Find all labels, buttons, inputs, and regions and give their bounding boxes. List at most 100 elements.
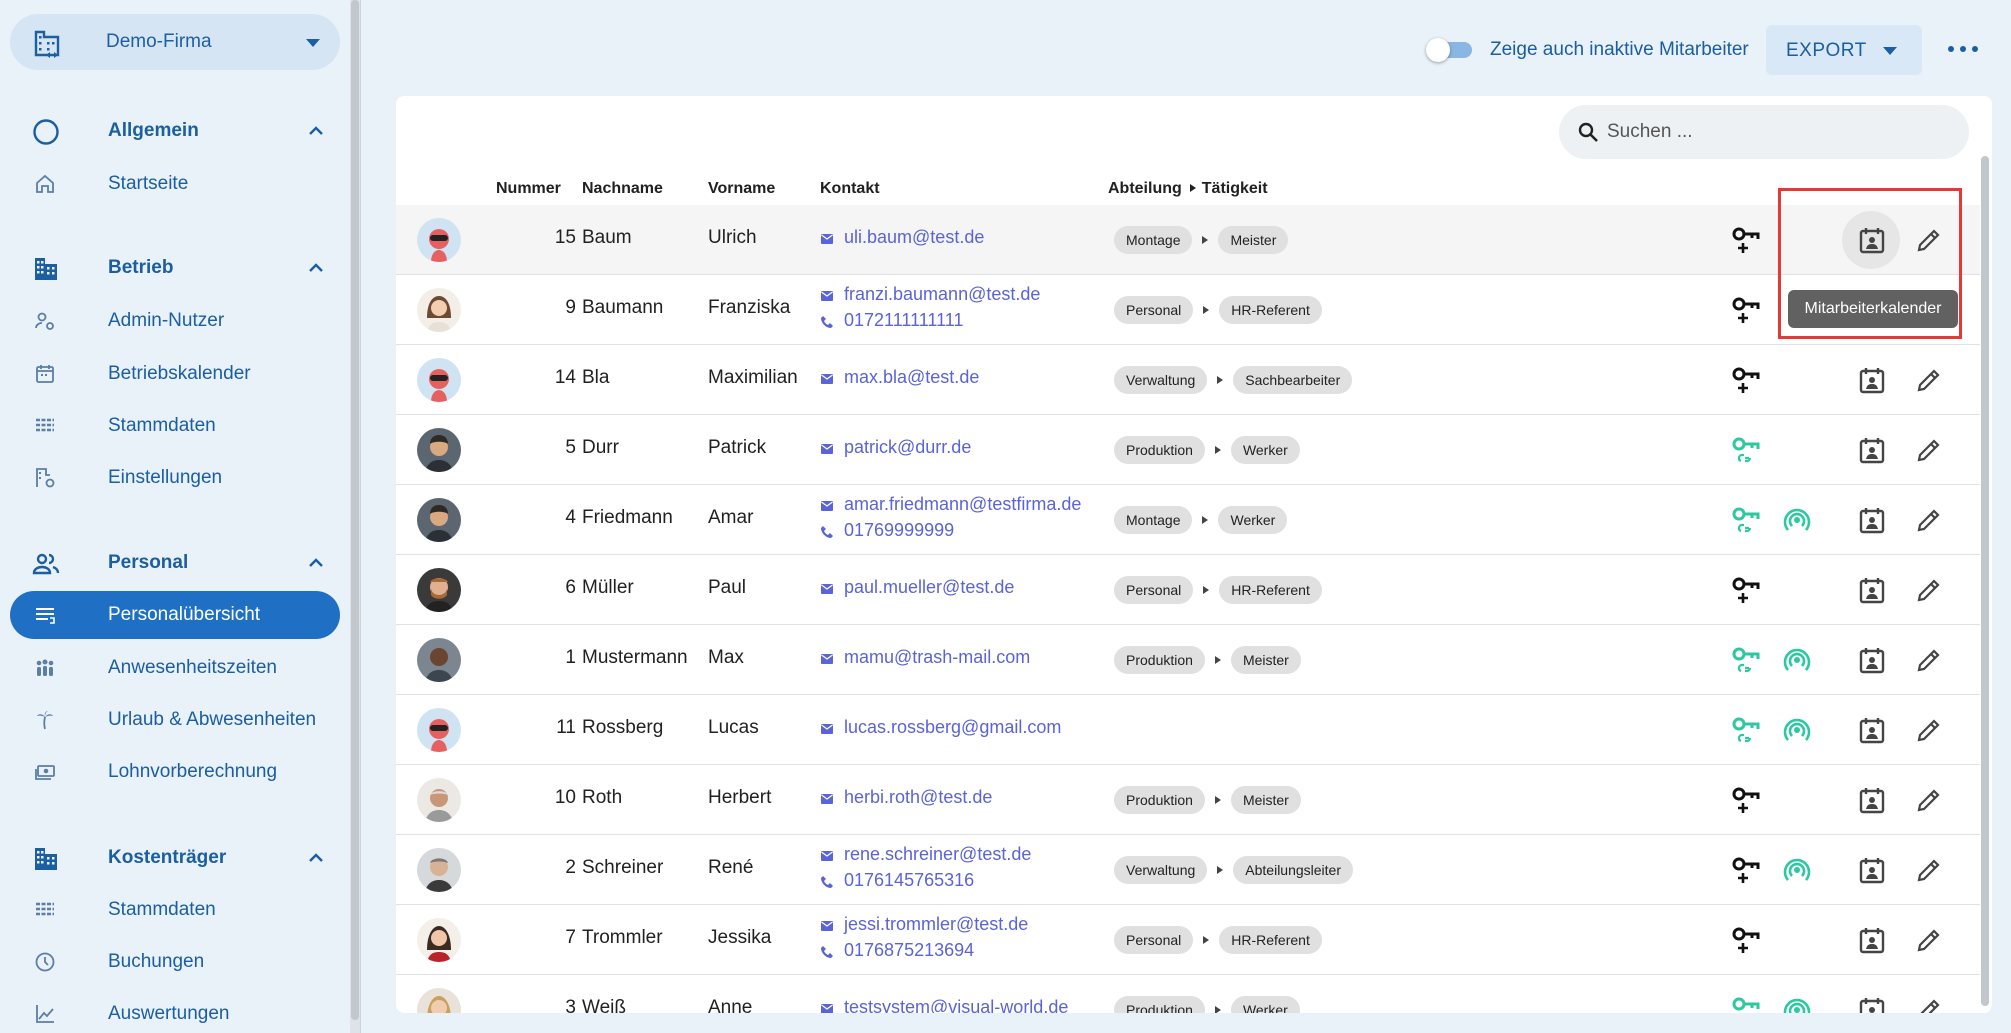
nfc-button[interactable] bbox=[1782, 715, 1812, 745]
sidebar-scrollbar-thumb[interactable] bbox=[351, 0, 359, 1020]
access-key-add-button[interactable] bbox=[1731, 225, 1761, 255]
table-row[interactable]: 5 Durr Patrick patrick@durr.de Produktion Wer… bbox=[396, 415, 1980, 485]
edit-employee-button[interactable] bbox=[1914, 435, 1944, 465]
sidebar-item-personaluebersicht[interactable]: Personalübersicht bbox=[10, 591, 340, 639]
email-link[interactable]: herbi.roth@test.de bbox=[844, 787, 992, 808]
header-number[interactable]: Nummer bbox=[496, 180, 561, 198]
email-link[interactable]: jessi.trommler@test.de bbox=[844, 914, 1028, 935]
phone-link[interactable]: 01769999999 bbox=[844, 520, 954, 541]
email-link[interactable]: franzi.baumann@test.de bbox=[844, 284, 1040, 305]
email-link[interactable]: rene.schreiner@test.de bbox=[844, 844, 1031, 865]
email-link[interactable]: max.bla@test.de bbox=[844, 367, 979, 388]
header-department: Abteilung bbox=[1108, 180, 1182, 197]
employee-calendar-button[interactable] bbox=[1857, 715, 1887, 745]
access-key-linked-button[interactable] bbox=[1731, 645, 1761, 675]
company-selector[interactable]: Demo-Firma bbox=[10, 14, 340, 70]
toggle-label: Zeige auch inaktive Mitarbeiter bbox=[1490, 39, 1749, 60]
section-kostentraeger[interactable]: Kostenträger bbox=[0, 838, 350, 878]
sidebar-scrollbar[interactable] bbox=[350, 0, 360, 1033]
access-key-add-button[interactable] bbox=[1731, 785, 1761, 815]
nfc-button[interactable] bbox=[1782, 855, 1812, 885]
sidebar-item-einstellungen[interactable]: Einstellungen bbox=[0, 454, 350, 500]
employee-lastname: Weiß bbox=[582, 997, 626, 1013]
employee-calendar-button[interactable] bbox=[1857, 855, 1887, 885]
section-allgemein[interactable]: Allgemein bbox=[0, 111, 350, 151]
email-link[interactable]: paul.mueller@test.de bbox=[844, 577, 1014, 598]
table-row[interactable]: 10 Roth Herbert herbi.roth@test.de Produktio… bbox=[396, 765, 1980, 835]
access-key-linked-button[interactable] bbox=[1731, 505, 1761, 535]
access-key-add-button[interactable] bbox=[1731, 925, 1761, 955]
access-key-linked-button[interactable] bbox=[1731, 435, 1761, 465]
sidebar-item-auswertungen[interactable]: Auswertungen bbox=[0, 990, 350, 1033]
table-row[interactable]: 9 Baumann Franziska franzi.baumann@test.de 0… bbox=[396, 275, 1980, 345]
export-button[interactable]: EXPORT bbox=[1766, 25, 1922, 75]
edit-employee-button[interactable] bbox=[1914, 505, 1944, 535]
employee-calendar-button[interactable] bbox=[1857, 505, 1887, 535]
email-link[interactable]: mamu@trash-mail.com bbox=[844, 647, 1030, 668]
nfc-button[interactable] bbox=[1782, 645, 1812, 675]
sidebar-item-urlaub[interactable]: Urlaub & Abwesenheiten bbox=[0, 696, 350, 742]
employee-calendar-button[interactable] bbox=[1857, 435, 1887, 465]
table-row[interactable]: 1 Mustermann Max mamu@trash-mail.com Produkt… bbox=[396, 625, 1980, 695]
access-key-add-button[interactable] bbox=[1731, 365, 1761, 395]
search-input[interactable] bbox=[1607, 115, 1947, 149]
section-personal[interactable]: Personal bbox=[0, 543, 350, 583]
table-scrollbar-thumb[interactable] bbox=[1981, 156, 1989, 1006]
phone-link[interactable]: 0176145765316 bbox=[844, 870, 974, 891]
nfc-button[interactable] bbox=[1782, 995, 1812, 1013]
edit-employee-button[interactable] bbox=[1914, 575, 1944, 605]
table-row[interactable]: 3 Weiß Anne testsystem@visual-world.de Produ… bbox=[396, 975, 1980, 1013]
email-link[interactable]: lucas.rossberg@gmail.com bbox=[844, 717, 1061, 738]
more-options-icon[interactable] bbox=[1946, 36, 1980, 62]
employee-calendar-button[interactable] bbox=[1857, 365, 1887, 395]
table-row[interactable]: 15 Baum Ulrich uli.baum@test.de Montage Meist… bbox=[396, 205, 1980, 275]
employee-calendar-button[interactable] bbox=[1857, 575, 1887, 605]
table-row[interactable]: 14 Bla Maximilian max.bla@test.de Verwaltung… bbox=[396, 345, 1980, 415]
phone-link[interactable]: 0172111111111 bbox=[844, 310, 963, 331]
header-department-activity[interactable]: Abteilung Tätigkeit bbox=[1108, 180, 1268, 198]
section-betrieb[interactable]: Betrieb bbox=[0, 248, 350, 288]
separator-arrow-icon bbox=[1203, 306, 1210, 314]
edit-employee-button[interactable] bbox=[1914, 785, 1944, 815]
email-link[interactable]: uli.baum@test.de bbox=[844, 227, 984, 248]
header-contact[interactable]: Kontakt bbox=[820, 180, 880, 198]
sidebar-item-admin-nutzer[interactable]: Admin-Nutzer bbox=[0, 297, 350, 343]
access-key-add-button[interactable] bbox=[1731, 855, 1761, 885]
search-box[interactable] bbox=[1559, 105, 1969, 159]
sidebar-item-kt-stammdaten[interactable]: Stammdaten bbox=[0, 886, 350, 932]
edit-employee-button[interactable] bbox=[1914, 715, 1944, 745]
employee-calendar-button[interactable] bbox=[1857, 995, 1887, 1013]
table-scrollbar[interactable] bbox=[1980, 156, 1990, 1006]
sidebar-item-lohnvorberechnung[interactable]: Lohnvorberechnung bbox=[0, 748, 350, 794]
edit-employee-button[interactable] bbox=[1914, 645, 1944, 675]
phone-link[interactable]: 0176875213694 bbox=[844, 940, 974, 961]
table-row[interactable]: 4 Friedmann Amar amar.friedmann@testfirma.d… bbox=[396, 485, 1980, 555]
employee-calendar-button[interactable] bbox=[1857, 925, 1887, 955]
edit-employee-button[interactable] bbox=[1914, 855, 1944, 885]
employee-calendar-button[interactable] bbox=[1857, 645, 1887, 675]
table-row[interactable]: 7 Trommler Jessika jessi.trommler@test.de 01… bbox=[396, 905, 1980, 975]
table-row[interactable]: 11 Rossberg Lucas lucas.rossberg@gmail.com bbox=[396, 695, 1980, 765]
table-row[interactable]: 2 Schreiner René rene.schreiner@test.de 0176… bbox=[396, 835, 1980, 905]
access-key-linked-button[interactable] bbox=[1731, 995, 1761, 1013]
sidebar-item-anwesenheitszeiten[interactable]: Anwesenheitszeiten bbox=[0, 644, 350, 690]
employee-calendar-button[interactable] bbox=[1857, 785, 1887, 815]
header-firstname[interactable]: Vorname bbox=[708, 180, 775, 198]
header-lastname[interactable]: Nachname bbox=[582, 180, 663, 198]
access-key-add-button[interactable] bbox=[1731, 575, 1761, 605]
sidebar-item-startseite[interactable]: Startseite bbox=[0, 160, 350, 206]
table-row[interactable]: 6 Müller Paul paul.mueller@test.de Personal H… bbox=[396, 555, 1980, 625]
sidebar-item-betriebskalender[interactable]: Betriebskalender bbox=[0, 350, 350, 396]
sidebar-item-buchungen[interactable]: Buchungen bbox=[0, 938, 350, 984]
edit-employee-button[interactable] bbox=[1914, 925, 1944, 955]
sidebar-item-stammdaten[interactable]: Stammdaten bbox=[0, 402, 350, 448]
edit-employee-button[interactable] bbox=[1914, 365, 1944, 395]
email-link[interactable]: testsystem@visual-world.de bbox=[844, 997, 1068, 1013]
nfc-button[interactable] bbox=[1782, 505, 1812, 535]
access-key-add-button[interactable] bbox=[1731, 295, 1761, 325]
email-link[interactable]: patrick@durr.de bbox=[844, 437, 971, 458]
email-link[interactable]: amar.friedmann@testfirma.de bbox=[844, 494, 1081, 515]
edit-employee-button[interactable] bbox=[1914, 995, 1944, 1013]
access-key-linked-button[interactable] bbox=[1731, 715, 1761, 745]
inactive-employees-toggle[interactable] bbox=[1426, 36, 1474, 62]
